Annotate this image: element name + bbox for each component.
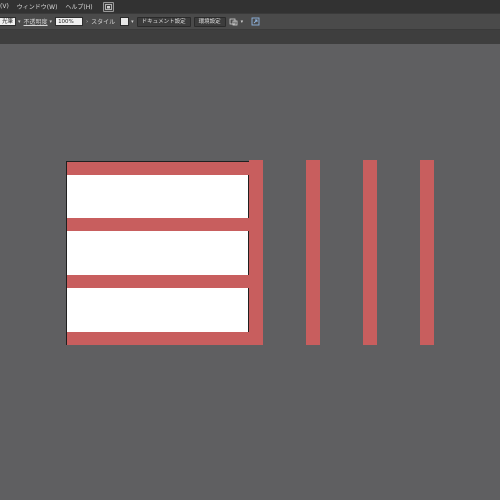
document-tab-strip bbox=[0, 30, 500, 44]
chevron-down-icon[interactable]: ▾ bbox=[131, 19, 134, 25]
vertical-stripe[interactable] bbox=[363, 160, 377, 345]
arrange-documents-icon[interactable] bbox=[102, 1, 114, 12]
chevron-down-icon[interactable]: ▾ bbox=[50, 19, 53, 25]
menu-view[interactable]: (V) bbox=[0, 3, 9, 10]
document-settings-button[interactable]: ドキュメント設定 bbox=[136, 16, 191, 27]
artboard[interactable] bbox=[66, 161, 249, 345]
stroke-field[interactable]: 光筆 bbox=[0, 17, 17, 26]
opacity-label[interactable]: 不透明度 bbox=[24, 17, 48, 26]
menu-bar: (V) ウィンドウ(W) ヘルプ(H) bbox=[0, 0, 500, 13]
transform-icon[interactable] bbox=[229, 17, 239, 27]
chevron-down-icon[interactable]: ▾ bbox=[18, 19, 21, 25]
style-swatch[interactable] bbox=[120, 17, 130, 26]
menu-help[interactable]: ヘルプ(H) bbox=[65, 2, 92, 11]
horizontal-stripe[interactable] bbox=[67, 332, 249, 345]
horizontal-stripe[interactable] bbox=[67, 218, 249, 231]
preferences-button[interactable]: 環境設定 bbox=[193, 16, 226, 27]
vertical-stripe[interactable] bbox=[249, 160, 263, 345]
vertical-stripe[interactable] bbox=[420, 160, 434, 345]
style-label: スタイル bbox=[91, 19, 116, 26]
vertical-stripe[interactable] bbox=[306, 160, 320, 345]
horizontal-stripe[interactable] bbox=[67, 162, 249, 175]
chevron-down-icon[interactable]: ▾ bbox=[241, 19, 244, 25]
control-bar: 光筆 ▾ 不透明度 ▾ 100% › スタイル ▾ ドキュメント設定 環境設定 … bbox=[0, 13, 500, 30]
opacity-input[interactable]: 100% bbox=[55, 17, 84, 26]
menu-window[interactable]: ウィンドウ(W) bbox=[17, 2, 58, 11]
export-icon[interactable] bbox=[251, 17, 260, 27]
horizontal-stripe[interactable] bbox=[67, 275, 249, 288]
chevron-right-icon[interactable]: › bbox=[86, 19, 88, 25]
